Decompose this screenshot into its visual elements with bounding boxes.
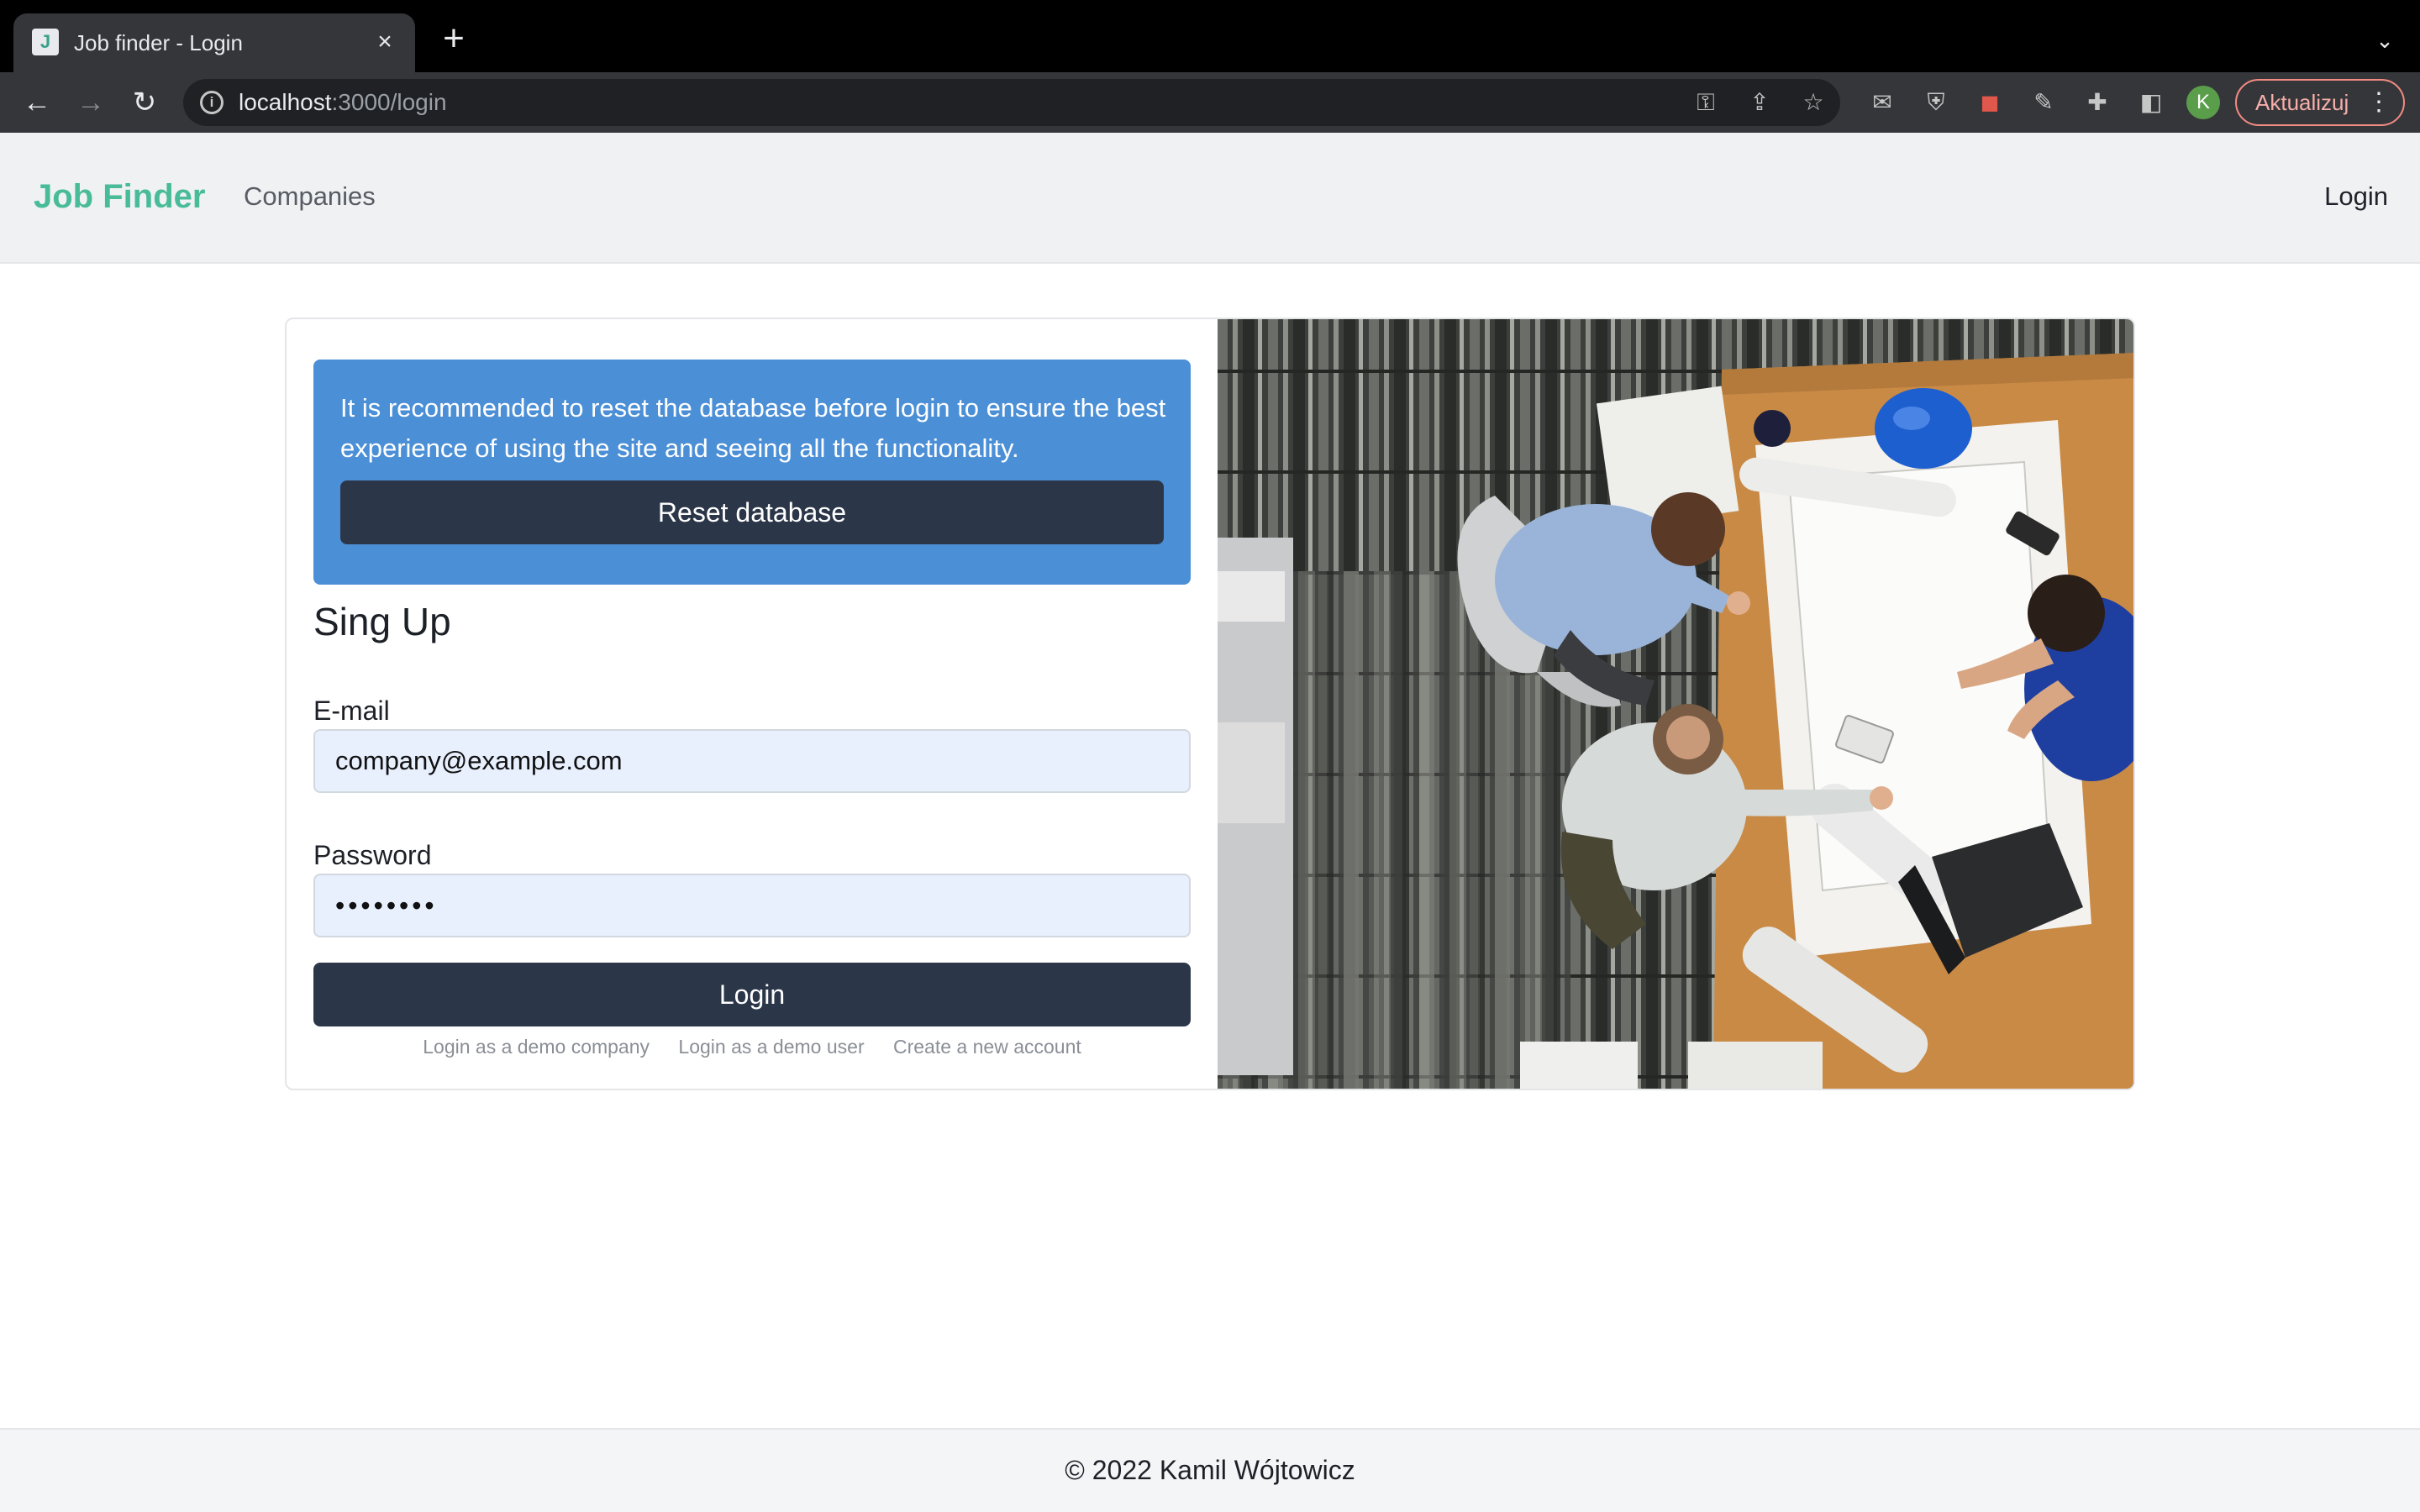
browser-toolbar: ← → ↻ i localhost:3000/login ⚿ ⇪ ☆ ✉ ⛨ ◼… <box>0 72 2420 133</box>
side-panel-icon[interactable]: ◧ <box>2136 87 2166 118</box>
mail-extension-icon[interactable]: ✉ <box>1867 87 1897 118</box>
menu-dots-icon[interactable]: ⋮ <box>2366 81 2391 124</box>
forward-icon[interactable]: → <box>72 84 109 121</box>
create-account-link[interactable]: Create a new account <box>893 1036 1081 1058</box>
demo-company-link[interactable]: Login as a demo company <box>423 1036 650 1058</box>
app-navbar: Job Finder Companies Login <box>0 133 2420 264</box>
login-links: Login as a demo company Login as a demo … <box>313 1033 1191 1060</box>
login-form-panel: It is recommended to reset the database … <box>287 319 1218 1089</box>
browser-tab[interactable]: J Job finder - Login × <box>13 13 415 72</box>
browser-tab-strip: J Job finder - Login × + ⌄ <box>0 0 2420 72</box>
brand-logo[interactable]: Job Finder <box>34 176 205 217</box>
back-icon[interactable]: ← <box>18 84 55 121</box>
close-icon[interactable]: × <box>370 27 400 57</box>
password-label: Password <box>313 840 432 870</box>
key-icon[interactable]: ⚿ <box>1691 89 1721 116</box>
new-tab-icon[interactable]: + <box>435 20 472 59</box>
reset-alert: It is recommended to reset the database … <box>313 360 1191 585</box>
address-bar[interactable]: i localhost:3000/login ⚿ ⇪ ☆ <box>183 79 1840 126</box>
email-field[interactable]: company@example.com <box>313 729 1191 793</box>
site-info-icon[interactable]: i <box>200 91 224 114</box>
password-field[interactable]: •••••••• <box>313 874 1191 937</box>
update-button[interactable]: Aktualizuj ⋮ <box>2235 79 2405 126</box>
login-button[interactable]: Login <box>313 963 1191 1026</box>
chevron-down-icon[interactable]: ⌄ <box>2370 25 2400 55</box>
shield-extension-icon[interactable]: ⛨ <box>1921 87 1951 118</box>
reset-database-button[interactable]: Reset database <box>340 480 1164 544</box>
tab-title: Job finder - Login <box>74 30 243 55</box>
profile-avatar[interactable]: K <box>2186 86 2220 119</box>
bookmark-star-icon[interactable]: ☆ <box>1798 89 1828 116</box>
email-label: E-mail <box>313 696 390 726</box>
alert-text: It is recommended to reset the database … <box>340 393 1166 463</box>
reload-icon[interactable]: ↻ <box>126 84 163 121</box>
login-card: It is recommended to reset the database … <box>285 318 2135 1090</box>
form-title: Sing Up <box>313 600 451 643</box>
favicon-icon: J <box>32 29 59 55</box>
office-meeting-photo <box>1218 319 2133 1089</box>
demo-user-link[interactable]: Login as a demo user <box>678 1036 864 1058</box>
page-footer: © 2022 Kamil Wójtowicz <box>0 1428 2420 1512</box>
nav-link-login[interactable]: Login <box>2324 180 2388 213</box>
red-extension-icon[interactable]: ◼ <box>1975 87 2005 118</box>
pen-extension-icon[interactable]: ✎ <box>2028 87 2059 118</box>
share-icon[interactable]: ⇪ <box>1744 89 1775 116</box>
url-text: localhost:3000/login <box>239 89 447 115</box>
puzzle-icon[interactable]: ✚ <box>2082 87 2112 118</box>
nav-link-companies[interactable]: Companies <box>244 180 376 213</box>
